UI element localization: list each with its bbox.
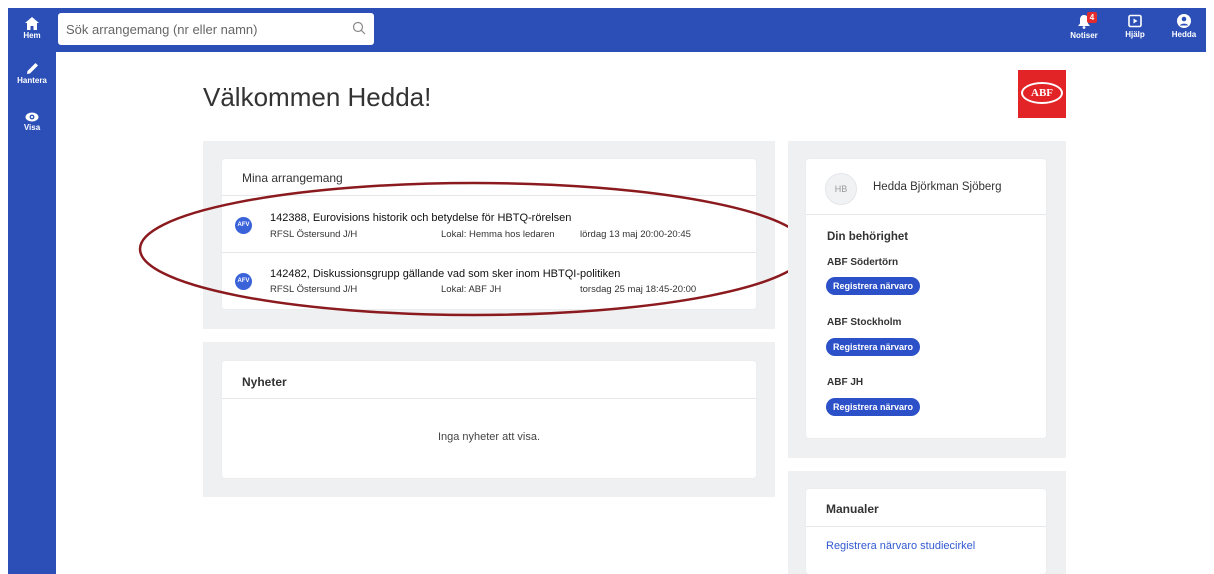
event-time: torsdag 25 maj 18:45-20:00 [580, 284, 697, 295]
event-title[interactable]: 142388, Eurovisions historik och betydel… [270, 212, 571, 224]
home-icon [25, 17, 39, 30]
search-icon[interactable] [352, 21, 366, 40]
manual-link[interactable]: Registrera närvaro studiecirkel [826, 540, 975, 552]
profile-card: HB Hedda Björkman Sjöberg Din behörighet… [806, 159, 1046, 438]
news-card: Nyheter Inga nyheter att visa. [222, 361, 756, 478]
divider [222, 252, 756, 253]
search-box [58, 13, 374, 45]
event-location: Lokal: ABF JH [441, 284, 502, 295]
notification-count-badge: 4 [1087, 12, 1097, 23]
news-empty-message: Inga nyheter att visa. [437, 431, 541, 443]
help-button[interactable]: Hjälp [1122, 14, 1148, 39]
sidebar-item-manage[interactable]: Hantera [8, 62, 56, 85]
help-label: Hjälp [1125, 30, 1145, 39]
manuals-card: Manualer Registrera närvaro studiecirkel [806, 489, 1046, 574]
news-card-title: Nyheter [242, 375, 287, 389]
divider [222, 398, 756, 399]
top-bar: 4 Notiser Hjälp Hedda [56, 8, 1206, 52]
notifications-button[interactable]: 4 Notiser [1069, 12, 1099, 40]
org-label: ABF Stockholm [827, 317, 902, 328]
eye-icon [25, 112, 39, 122]
event-title[interactable]: 142482, Diskussionsgrupp gällande vad so… [270, 268, 620, 280]
sidebar-item-label: Hem [23, 31, 41, 40]
events-card-title: Mina arrangemang [242, 171, 343, 185]
user-label: Hedda [1171, 30, 1197, 39]
logo-text: ABF [1021, 82, 1063, 104]
profile-name: Hedda Björkman Sjöberg [873, 181, 1002, 193]
divider [806, 526, 1046, 527]
org-label: ABF JH [827, 377, 864, 388]
sidebar-item-label: Visa [23, 123, 41, 132]
avatar: HB [825, 173, 857, 205]
event-organizer: RFSL Östersund J/H [270, 229, 358, 240]
event-time: lördag 13 maj 20:00-20:45 [580, 229, 691, 240]
sidebar-item-home[interactable]: Hem [8, 17, 56, 40]
divider [222, 195, 756, 196]
divider [806, 214, 1046, 215]
pencil-icon [26, 63, 38, 74]
abf-logo: ABF [1018, 70, 1066, 118]
sidebar-item-view[interactable]: Visa [8, 112, 56, 132]
event-avatar: AFV [235, 217, 252, 234]
user-menu-button[interactable]: Hedda [1170, 14, 1198, 39]
play-video-icon [1128, 14, 1142, 28]
sidebar: Hem Hantera Visa [8, 8, 56, 574]
permissions-title: Din behörighet [827, 231, 909, 243]
register-attendance-button[interactable]: Registrera närvaro [826, 338, 921, 356]
user-icon [1177, 14, 1191, 28]
sidebar-item-label: Hantera [17, 76, 47, 85]
event-location: Lokal: Hemma hos ledaren [441, 229, 555, 240]
manuals-card-title: Manualer [826, 502, 879, 516]
events-card: Mina arrangemang AFV 142388, Eurovisions… [222, 159, 756, 309]
notifications-label: Notiser [1070, 31, 1098, 40]
search-input[interactable] [66, 13, 336, 45]
event-organizer: RFSL Östersund J/H [270, 284, 358, 295]
event-avatar: AFV [235, 273, 252, 290]
org-label: ABF Södertörn [827, 257, 899, 268]
register-attendance-button[interactable]: Registrera närvaro [826, 398, 921, 416]
register-attendance-button[interactable]: Registrera närvaro [826, 277, 921, 295]
page-title: Välkommen Hedda! [203, 82, 432, 112]
